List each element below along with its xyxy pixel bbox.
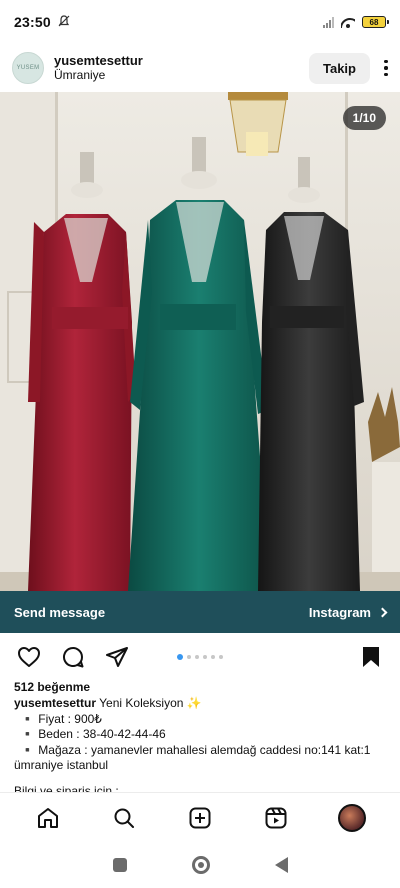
status-bar: 23:50 68 [0, 0, 400, 44]
carousel-dot [219, 655, 223, 659]
caption-store: ▪️ Mağaza : yamanevler mahallesi alemdağ… [20, 742, 371, 757]
send-message-button[interactable]: Send message [14, 605, 105, 620]
reels-icon[interactable] [260, 802, 292, 834]
search-icon[interactable] [108, 802, 140, 834]
instagram-label: Instagram [308, 604, 371, 620]
action-bar [0, 641, 400, 673]
caption-username[interactable]: yusemtesettur [14, 696, 96, 710]
carousel-dot [177, 654, 183, 660]
signal-icon [323, 16, 334, 28]
carousel-dots [177, 654, 223, 660]
comment-icon[interactable] [60, 644, 86, 670]
status-time: 23:50 [14, 14, 51, 30]
carousel-dot [187, 655, 191, 659]
cta-bar: Send message Instagram [0, 591, 400, 633]
username[interactable]: yusemtesettur [54, 54, 143, 68]
post-image[interactable]: 1/10 [0, 92, 400, 591]
follow-button[interactable]: Takip [309, 52, 370, 84]
create-post-icon[interactable] [184, 802, 216, 834]
profile-avatar [338, 803, 366, 832]
image-counter: 1/10 [342, 106, 386, 130]
caption-title: Yeni Koleksiyon ✨ [99, 696, 202, 710]
caption-size: ▪️ Beden : 38-40-42-44-46 [20, 727, 166, 741]
home-icon[interactable] [32, 802, 64, 834]
home-button-icon[interactable] [191, 856, 210, 874]
caption: yusemtesettur Yeni Koleksiyon ✨ ▪️ Fiyat… [14, 696, 388, 799]
bookmark-icon[interactable] [358, 644, 384, 670]
caption-price: ▪️ Fiyat : 900₺ [20, 711, 102, 726]
caption-store-city: ümraniye istanbul [14, 758, 109, 772]
likes-count[interactable]: 512 beğenme [14, 680, 90, 694]
instagram-link[interactable]: Instagram [308, 604, 388, 620]
carousel-dot [195, 655, 199, 659]
chevron-right-icon [377, 607, 388, 617]
avatar-text: YUSEM [16, 65, 40, 71]
heart-icon[interactable] [16, 644, 42, 670]
carousel-dot [211, 655, 215, 659]
system-nav [0, 842, 400, 888]
avatar[interactable]: YUSEM [12, 52, 44, 84]
bottom-nav [0, 792, 400, 842]
recents-icon[interactable] [112, 858, 127, 872]
battery-level: 68 [369, 17, 379, 27]
wifi-icon [341, 17, 355, 28]
carousel-dot [203, 655, 207, 659]
bell-off-icon [57, 14, 71, 31]
back-icon[interactable] [274, 857, 288, 873]
share-icon[interactable] [104, 644, 130, 670]
dresses-photo [0, 92, 400, 591]
battery-icon: 68 [362, 16, 389, 28]
more-options-icon[interactable] [384, 59, 388, 77]
location[interactable]: Ümraniye [54, 68, 143, 82]
post-header: YUSEM yusemtesettur Ümraniye Takip [0, 44, 400, 92]
profile-tab[interactable] [336, 802, 368, 834]
